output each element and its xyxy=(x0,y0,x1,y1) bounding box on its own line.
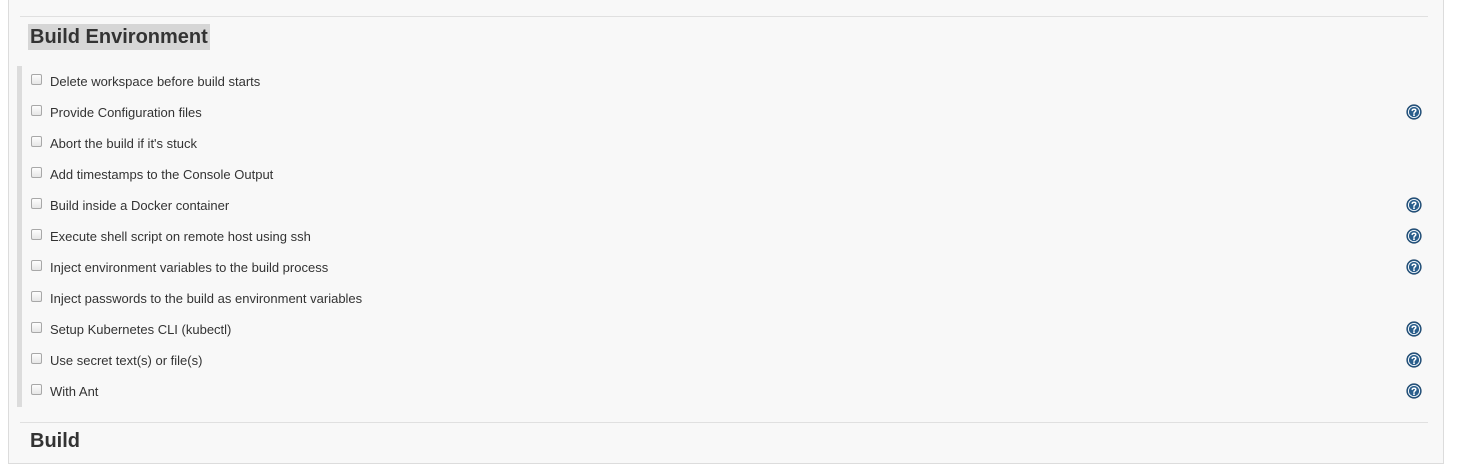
next-section-title: Build xyxy=(30,430,80,452)
help-icon[interactable] xyxy=(1406,321,1422,337)
checkbox-kubectl[interactable] xyxy=(31,322,42,333)
checkbox-docker-container[interactable] xyxy=(31,198,42,209)
option-label[interactable]: Inject passwords to the build as environ… xyxy=(50,291,362,307)
help-icon[interactable] xyxy=(1406,259,1422,275)
help-icon[interactable] xyxy=(1406,352,1422,368)
option-delete-workspace: Delete workspace before build starts xyxy=(28,66,1428,97)
option-abort-if-stuck: Abort the build if it's stuck xyxy=(28,128,1428,159)
option-label[interactable]: Inject environment variables to the buil… xyxy=(50,260,328,276)
option-label[interactable]: Delete workspace before build starts xyxy=(50,74,260,90)
options-indent-bar xyxy=(17,66,22,407)
option-docker-container: Build inside a Docker container xyxy=(28,190,1428,221)
option-inject-env-vars: Inject environment variables to the buil… xyxy=(28,252,1428,283)
option-with-ant: With Ant xyxy=(28,376,1428,407)
option-label[interactable]: With Ant xyxy=(50,384,98,400)
checkbox-with-ant[interactable] xyxy=(31,384,42,395)
option-label[interactable]: Abort the build if it's stuck xyxy=(50,136,197,152)
option-label[interactable]: Setup Kubernetes CLI (kubectl) xyxy=(50,322,231,338)
options-list: Delete workspace before build starts Pro… xyxy=(28,66,1428,407)
checkbox-inject-passwords[interactable] xyxy=(31,291,42,302)
option-kubectl: Setup Kubernetes CLI (kubectl) xyxy=(28,314,1428,345)
help-icon[interactable] xyxy=(1406,197,1422,213)
checkbox-secret-text[interactable] xyxy=(31,353,42,364)
option-label[interactable]: Provide Configuration files xyxy=(50,105,202,121)
option-ssh-script: Execute shell script on remote host usin… xyxy=(28,221,1428,252)
help-icon[interactable] xyxy=(1406,383,1422,399)
option-label[interactable]: Use secret text(s) or file(s) xyxy=(50,353,202,369)
checkbox-provide-config-files[interactable] xyxy=(31,105,42,116)
option-label[interactable]: Execute shell script on remote host usin… xyxy=(50,229,311,245)
help-icon[interactable] xyxy=(1406,104,1422,120)
option-inject-passwords: Inject passwords to the build as environ… xyxy=(28,283,1428,314)
help-icon[interactable] xyxy=(1406,228,1422,244)
section-title: Build Environment xyxy=(28,24,210,50)
checkbox-inject-env-vars[interactable] xyxy=(31,260,42,271)
option-label[interactable]: Add timestamps to the Console Output xyxy=(50,167,273,183)
top-divider xyxy=(20,16,1428,17)
checkbox-ssh-script[interactable] xyxy=(31,229,42,240)
checkbox-abort-if-stuck[interactable] xyxy=(31,136,42,147)
bottom-divider xyxy=(20,422,1428,423)
option-add-timestamps: Add timestamps to the Console Output xyxy=(28,159,1428,190)
checkbox-add-timestamps[interactable] xyxy=(31,167,42,178)
checkbox-delete-workspace[interactable] xyxy=(31,74,42,85)
option-secret-text: Use secret text(s) or file(s) xyxy=(28,345,1428,376)
option-provide-config-files: Provide Configuration files xyxy=(28,97,1428,128)
option-label[interactable]: Build inside a Docker container xyxy=(50,198,229,214)
